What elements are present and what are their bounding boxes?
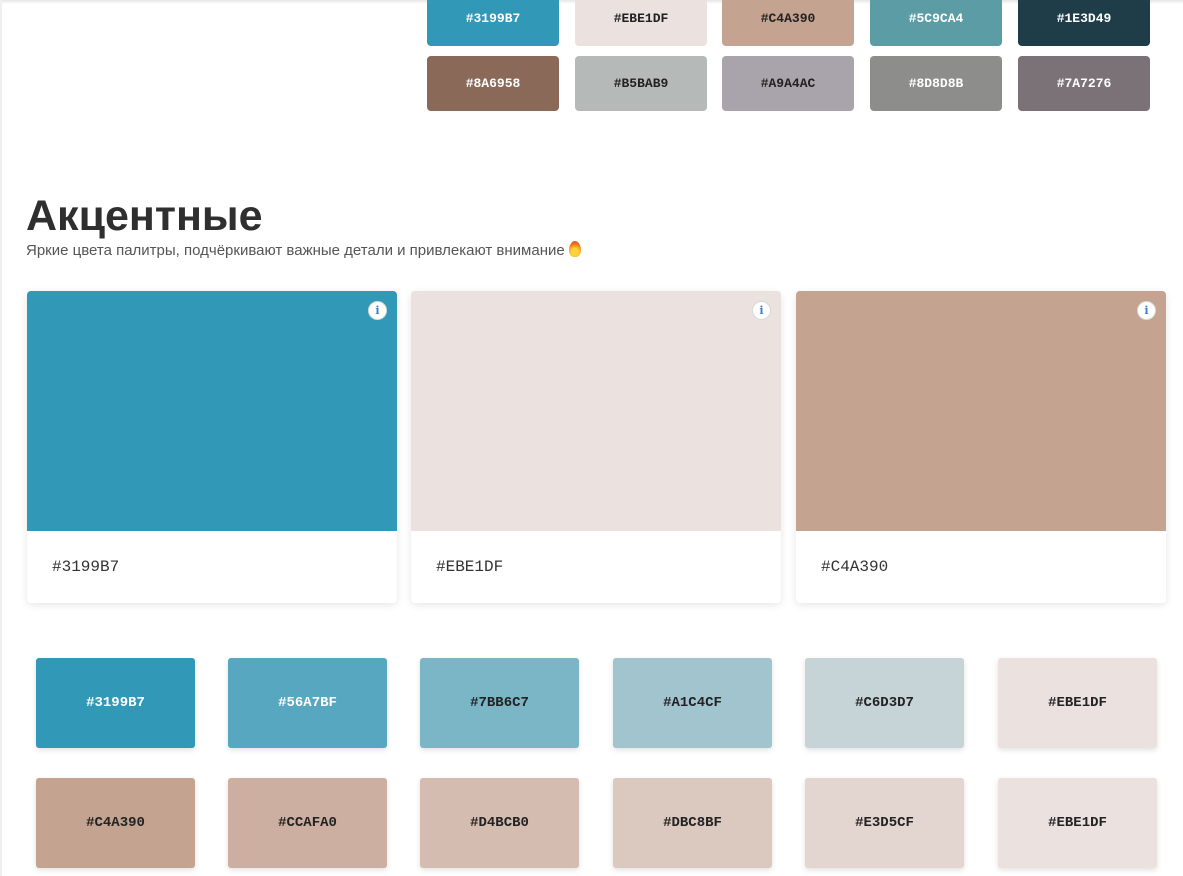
- info-icon[interactable]: i: [1137, 301, 1156, 320]
- top-swatch[interactable]: #EBE1DF: [575, 0, 707, 46]
- shade-swatch[interactable]: #7BB6C7: [420, 658, 579, 748]
- fire-icon: [568, 241, 581, 257]
- shade-swatch[interactable]: #E3D5CF: [805, 778, 964, 868]
- shade-swatch[interactable]: #C6D3D7: [805, 658, 964, 748]
- shade-swatch[interactable]: #56A7BF: [228, 658, 387, 748]
- top-swatch[interactable]: #B5BAB9: [575, 56, 707, 111]
- accent-card[interactable]: i #EBE1DF: [411, 291, 781, 603]
- top-swatch[interactable]: #3199B7: [427, 0, 559, 46]
- top-swatch[interactable]: #5C9CA4: [870, 0, 1002, 46]
- shade-swatch[interactable]: #CCAFA0: [228, 778, 387, 868]
- accent-card-color: i: [27, 291, 397, 531]
- top-swatch[interactable]: #8D8D8B: [870, 56, 1002, 111]
- accent-card-color: i: [796, 291, 1166, 531]
- accent-card[interactable]: i #3199B7: [27, 291, 397, 603]
- accent-card-hex: #EBE1DF: [436, 558, 504, 576]
- accent-card-hex: #C4A390: [821, 558, 889, 576]
- accent-card[interactable]: i #C4A390: [796, 291, 1166, 603]
- info-icon[interactable]: i: [368, 301, 387, 320]
- top-swatch[interactable]: #C4A390: [722, 0, 854, 46]
- top-swatch[interactable]: #7A7276: [1018, 56, 1150, 111]
- left-divider: [0, 0, 2, 876]
- top-swatch[interactable]: #A9A4AC: [722, 56, 854, 111]
- shade-swatch[interactable]: #D4BCB0: [420, 778, 579, 868]
- shade-swatch[interactable]: #EBE1DF: [998, 658, 1157, 748]
- top-swatch[interactable]: #1E3D49: [1018, 0, 1150, 46]
- shade-swatch[interactable]: #EBE1DF: [998, 778, 1157, 868]
- info-icon[interactable]: i: [752, 301, 771, 320]
- shade-swatch[interactable]: #C4A390: [36, 778, 195, 868]
- shade-swatch[interactable]: #DBC8BF: [613, 778, 772, 868]
- accent-card-color: i: [411, 291, 781, 531]
- shade-swatch[interactable]: #A1C4CF: [613, 658, 772, 748]
- accent-card-hex: #3199B7: [52, 558, 120, 576]
- section-subtitle: Яркие цвета палитры, подчёркивают важные…: [26, 241, 581, 259]
- top-swatch[interactable]: #8A6958: [427, 56, 559, 111]
- section-title: Акцентные: [26, 192, 263, 240]
- section-subtitle-text: Яркие цвета палитры, подчёркивают важные…: [26, 242, 565, 259]
- shade-swatch[interactable]: #3199B7: [36, 658, 195, 748]
